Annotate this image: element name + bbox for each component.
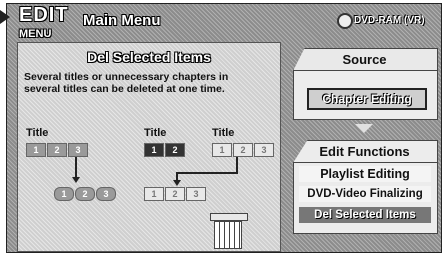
- panel-description: Several titles or unnecessary chapters i…: [24, 71, 229, 95]
- chapter-box-result: 2: [165, 187, 185, 201]
- chapter-box-result: 1: [54, 187, 74, 201]
- panel-title: Del Selected Items: [87, 49, 211, 65]
- chapter-box: 1: [212, 143, 232, 157]
- connector-line: [176, 172, 178, 180]
- chapter-box: 2: [47, 143, 67, 157]
- chapter-box-result: 2: [75, 187, 95, 201]
- disc-type-label: DVD-RAM (VR): [354, 15, 425, 26]
- connector-line: [75, 157, 77, 177]
- edit-menu-logo: EDIT MENU: [19, 5, 69, 41]
- chapter-box: 1: [26, 143, 46, 157]
- trash-lid: [210, 213, 248, 221]
- title-label-3: Title: [212, 127, 235, 139]
- chapter-box-result: 1: [144, 187, 164, 201]
- connector-line: [176, 172, 238, 174]
- connector-line: [236, 157, 238, 173]
- trash-can-icon: [208, 201, 248, 249]
- title-label-2: Title: [144, 127, 167, 139]
- chapter-box: 3: [254, 143, 274, 157]
- source-title: Source: [342, 52, 387, 67]
- logo-menu-text: MENU: [19, 28, 52, 40]
- arrow-down-icon: [72, 177, 80, 183]
- chapter-box-selected: 1: [144, 143, 164, 157]
- pointer-arrow-icon: [0, 10, 10, 24]
- chapter-editing-button[interactable]: Chapter Editing: [307, 88, 427, 110]
- description-panel: Del Selected Items Several titles or unn…: [17, 42, 281, 252]
- disc-icon: [337, 13, 353, 29]
- page-title: Main Menu: [83, 12, 161, 29]
- edit-menu-screen: EDIT MENU Main Menu DVD-RAM (VR) Del Sel…: [6, 3, 442, 253]
- trash-bin: [214, 221, 242, 249]
- playlist-editing-option[interactable]: Playlist Editing: [299, 166, 431, 182]
- chapter-box-result: 3: [96, 187, 116, 201]
- logo-edit-text: EDIT: [19, 4, 69, 26]
- edit-functions-title: Edit Functions: [319, 144, 410, 159]
- chapter-box: 3: [68, 143, 88, 157]
- dvd-video-finalizing-option[interactable]: DVD-Video Finalizing: [299, 186, 431, 202]
- top-bar: EDIT MENU Main Menu DVD-RAM (VR): [7, 4, 441, 41]
- del-selected-items-option[interactable]: Del Selected Items: [299, 207, 431, 223]
- title-label-1: Title: [26, 127, 49, 139]
- chapter-box-selected: 2: [165, 143, 185, 157]
- chapter-box-result: 3: [186, 187, 206, 201]
- chapter-box: 2: [233, 143, 253, 157]
- arrow-down-icon: [173, 180, 181, 186]
- arrow-down-icon: [355, 124, 373, 133]
